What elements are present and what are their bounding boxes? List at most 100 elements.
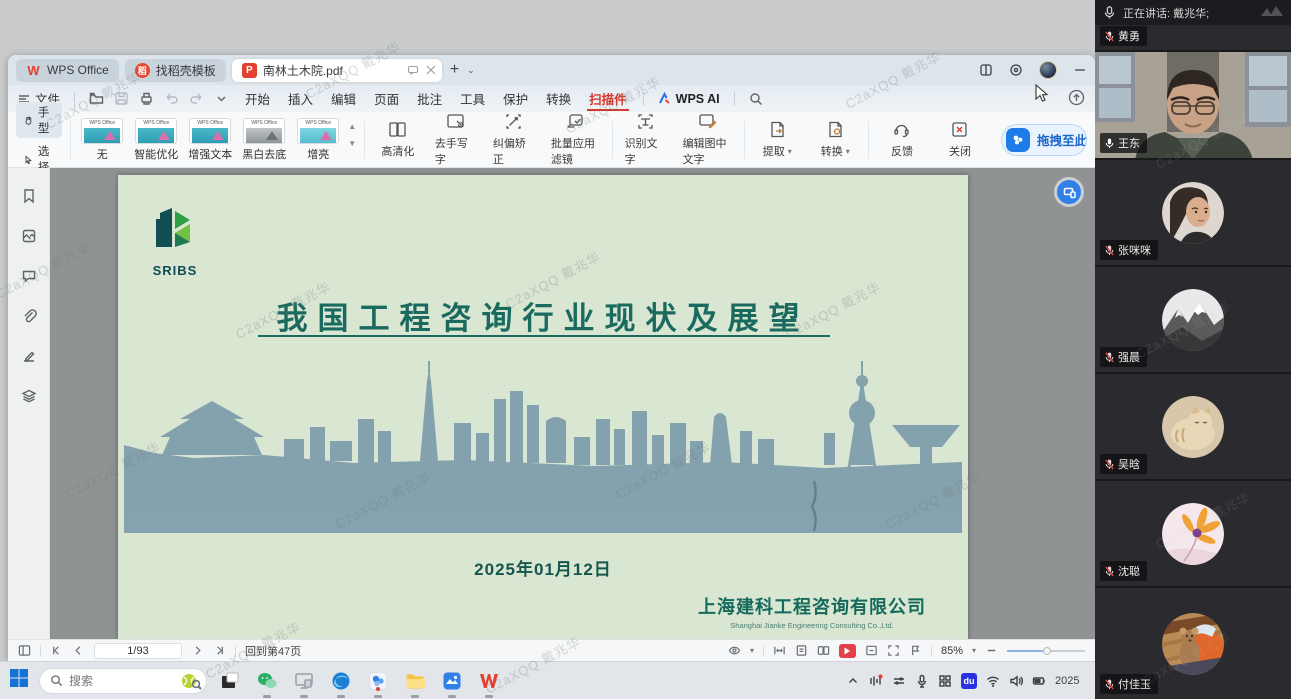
tab-list-caret-icon[interactable]: ⌄ [467,65,475,76]
participant-tile[interactable]: 付佳玉 [1095,588,1291,699]
start-button[interactable] [8,667,30,694]
participant-tile[interactable]: 强晨 [1095,267,1291,374]
participant-tile[interactable]: 张咪咪 [1095,160,1291,267]
back-to-page-link[interactable]: 回到第47页 [245,643,301,659]
extract-button[interactable]: 提取▾ [752,120,802,159]
hand-tool-button[interactable]: 手型 [16,102,62,138]
baidu-ime-icon[interactable]: du [961,673,977,689]
menu-item-convert[interactable]: 转换 [544,87,573,110]
volume-icon[interactable] [1009,674,1023,688]
fit-width-icon[interactable] [773,644,786,657]
read-mode-icon[interactable] [728,644,741,657]
wps-app-button[interactable] [475,667,503,695]
taskbar-search-box[interactable]: 搜索 [39,668,207,694]
thumbnail-icon[interactable] [21,228,37,244]
convert-button[interactable]: 转换▾ [810,120,860,159]
hd-enhance-button[interactable]: 高清化 [373,120,423,159]
taskbar-clock[interactable]: 2025 [1055,675,1085,687]
menu-item-edit[interactable]: 编辑 [329,87,358,110]
remove-handwriting-button[interactable]: 去手写字 [431,112,481,167]
media-tray-icon[interactable] [869,674,883,688]
participant-tile[interactable]: 沈聪 [1095,481,1291,588]
filter-smart-optimize[interactable]: WPS Office 智能优化 [132,118,180,162]
feedback-button[interactable]: 反馈 [877,120,927,159]
close-scanner-button[interactable]: 关闭 [935,120,985,159]
comment-icon[interactable] [21,268,37,284]
menu-item-scanner[interactable]: 扫描件 [587,87,629,111]
flag-mark-icon[interactable] [909,644,922,657]
cloud-upload-button[interactable] [1068,89,1085,109]
wifi-icon[interactable] [986,674,1000,688]
zoom-slider[interactable] [1007,650,1085,652]
edge-browser-button[interactable] [327,667,355,695]
filter-none[interactable]: WPS Office 无 [78,118,126,162]
screen-share-app-button[interactable] [290,667,318,695]
redo-icon[interactable] [189,91,204,106]
print-icon[interactable] [139,91,154,106]
filters-scroll-down-icon[interactable]: ▼ [348,139,356,148]
menu-item-tools[interactable]: 工具 [458,87,487,110]
drag-upload-button[interactable]: 拖拽至此上... [1001,124,1087,156]
save-icon[interactable] [114,91,129,106]
page-indicator-input[interactable]: 1/93 [94,643,182,659]
mobile-transfer-float-button[interactable] [1057,180,1081,204]
filter-brighten[interactable]: WPS Office 增亮 [294,118,342,162]
task-view-button[interactable] [216,667,244,695]
menu-item-comment[interactable]: 批注 [415,87,444,110]
tab-pdf-document[interactable]: P 南林土木院.pdf [232,59,442,82]
user-avatar[interactable] [1039,61,1057,79]
participant-tile-video[interactable]: 王东 [1095,52,1291,160]
open-folder-icon[interactable] [89,91,104,106]
edit-image-text-button[interactable]: 编辑图中文字 [679,112,736,167]
quick-access-caret-icon[interactable] [214,91,229,106]
bookmark-icon[interactable] [21,188,37,204]
single-page-icon[interactable] [795,644,808,657]
appearance-icon[interactable] [1009,63,1023,77]
tab-wps-home[interactable]: W WPS Office [16,59,119,82]
layers-icon[interactable] [21,388,37,404]
tab-close-icon[interactable] [426,65,436,75]
minimize-icon[interactable] [1073,63,1087,77]
filter-enhance-text[interactable]: WPS Office 增强文本 [186,118,234,162]
two-page-icon[interactable] [817,644,830,657]
tab-docer-templates[interactable]: 稻 找稻壳模板 [125,59,226,82]
participant-tile[interactable]: 黄勇 [1095,25,1291,52]
wechat-app-button[interactable] [253,667,281,695]
file-explorer-button[interactable] [401,667,429,695]
filters-scroll-up-icon[interactable]: ▲ [348,122,356,131]
tray-expand-icon[interactable] [846,674,860,688]
ime-tray-icon[interactable] [938,674,952,688]
participant-tile[interactable]: 吴晗 [1095,374,1291,481]
attachment-icon[interactable] [21,308,37,324]
mixer-tray-icon[interactable] [892,674,906,688]
fit-page-icon[interactable] [865,644,878,657]
menu-item-wps-ai[interactable]: WPS AI [658,92,720,106]
microphone-tray-icon[interactable] [915,674,929,688]
full-screen-icon[interactable] [887,644,900,657]
split-view-icon[interactable] [979,63,993,77]
next-page-icon[interactable] [191,644,204,657]
pdf-slide-page[interactable]: SRIBS 我国工程咨询行业现状及展望 [118,175,968,639]
new-tab-button[interactable]: + [448,61,461,79]
ocr-button[interactable]: 识别文字 [621,112,671,167]
play-mode-button[interactable] [839,644,856,658]
undo-icon[interactable] [164,91,179,106]
sidebar-toggle-icon[interactable] [18,644,31,657]
zoom-slider-knob[interactable] [1043,647,1051,655]
menu-item-page[interactable]: 页面 [372,87,401,110]
zoom-level-label[interactable]: 85% [941,645,963,657]
battery-icon[interactable] [1032,674,1046,688]
last-page-icon[interactable] [213,644,226,657]
batch-apply-filter-button[interactable]: 批量应用滤镜 [547,112,604,167]
signature-icon[interactable] [21,348,37,364]
prev-page-icon[interactable] [72,644,85,657]
search-icon[interactable] [749,92,763,106]
zoom-out-icon[interactable] [985,644,998,657]
deskew-button[interactable]: 纠偏矫正 [489,112,539,167]
zoom-caret-icon[interactable]: ▾ [972,646,976,655]
meeting-app-button[interactable] [438,667,466,695]
first-page-icon[interactable] [50,644,63,657]
tab-message-icon[interactable] [407,64,419,76]
read-mode-caret-icon[interactable]: ▾ [750,646,754,655]
cloud-app-button[interactable] [364,667,392,695]
